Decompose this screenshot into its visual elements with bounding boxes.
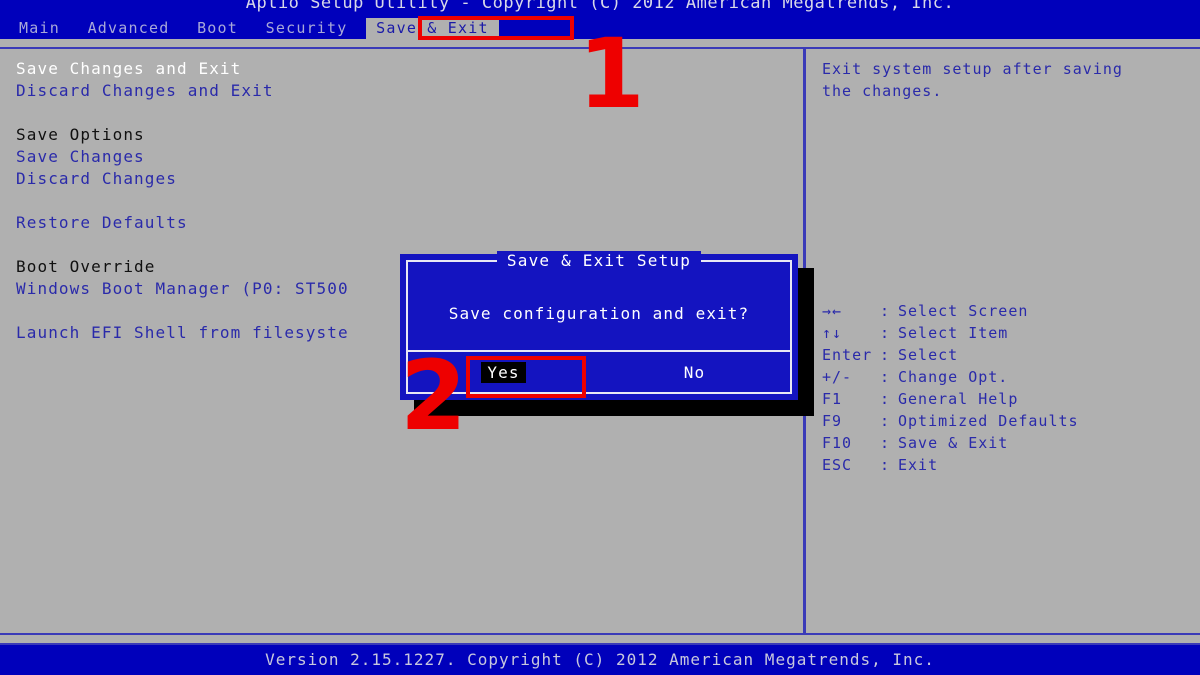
legend-label-optimized-defaults: Optimized Defaults — [898, 412, 1079, 430]
dialog-yes-label: Yes — [481, 361, 526, 383]
footer-version-text: Version 2.15.1227. Copyright (C) 2012 Am… — [265, 650, 935, 669]
legend-label-change-opt: Change Opt. — [898, 368, 1009, 386]
footer-band-gray — [0, 635, 1200, 643]
legend-label-save-and-exit: Save & Exit — [898, 434, 1009, 452]
legend-separator-7: : — [880, 456, 891, 474]
legend-separator-2: : — [880, 346, 891, 364]
section-header-save-options: Save Options — [16, 125, 145, 144]
bios-setup-screen: Aptio Setup Utility - Copyright (C) 2012… — [0, 0, 1200, 675]
legend-separator-0: : — [880, 302, 891, 320]
dialog-no-button[interactable]: No — [599, 352, 790, 392]
legend-row-select-item: ↑↓ : Select Item — [822, 322, 1200, 344]
bios-title-bar: Aptio Setup Utility - Copyright (C) 2012… — [0, 0, 1200, 18]
option-save-changes[interactable]: Save Changes — [16, 146, 800, 168]
legend-key-plus-minus: +/- — [822, 368, 853, 386]
menu-item-save-and-exit[interactable]: Save & Exit — [366, 18, 499, 39]
legend-label-select-screen: Select Screen — [898, 302, 1029, 320]
legend-key-esc: ESC — [822, 456, 853, 474]
legend-row-save-and-exit: F10 : Save & Exit — [822, 432, 1200, 454]
legend-separator-3: : — [880, 368, 891, 386]
legend-row-select-screen: →← : Select Screen — [822, 300, 1200, 322]
legend-label-general-help: General Help — [898, 390, 1019, 408]
bios-title-text: Aptio Setup Utility - Copyright (C) 2012… — [245, 0, 955, 13]
legend-key-f1: F1 — [822, 390, 843, 408]
legend-key-f10: F10 — [822, 434, 853, 452]
dialog-message: Save configuration and exit? — [448, 304, 750, 323]
legend-separator-5: : — [880, 412, 891, 430]
menu-underline-gray — [0, 39, 1200, 47]
help-text-line-2: the changes. — [822, 82, 943, 100]
legend-row-change-opt: +/- : Change Opt. — [822, 366, 1200, 388]
legend-row-optimized-defaults: F9 : Optimized Defaults — [822, 410, 1200, 432]
legend-row-general-help: F1 : General Help — [822, 388, 1200, 410]
dialog-no-label: No — [683, 362, 706, 382]
legend-separator-4: : — [880, 390, 891, 408]
legend-label-select-item: Select Item — [898, 324, 1009, 342]
legend-key-arrows-horizontal: →← — [822, 302, 843, 320]
dialog-frame: Save & Exit Setup Save configuration and… — [406, 251, 792, 394]
legend-row-enter-select: Enter : Select — [822, 344, 1200, 366]
option-discard-changes[interactable]: Discard Changes — [16, 168, 800, 190]
menu-item-advanced[interactable]: Advanced — [79, 18, 179, 39]
menu-underline-blue — [0, 47, 1200, 49]
legend-row-exit: ESC : Exit — [822, 454, 1200, 476]
menu-item-boot[interactable]: Boot — [188, 18, 247, 39]
dialog-title-text: Save & Exit Setup — [496, 251, 702, 270]
legend-separator-1: : — [880, 324, 891, 342]
legend-label-select: Select — [898, 346, 959, 364]
footer-version-bar: Version 2.15.1227. Copyright (C) 2012 Am… — [0, 645, 1200, 675]
legend-key-enter: Enter — [822, 346, 873, 364]
legend-label-exit: Exit — [898, 456, 939, 474]
option-restore-defaults[interactable]: Restore Defaults — [16, 212, 800, 234]
legend-key-f9: F9 — [822, 412, 843, 430]
help-legend-gap — [822, 102, 1200, 300]
menu-item-main[interactable]: Main — [10, 18, 69, 39]
option-save-changes-and-exit[interactable]: Save Changes and Exit — [16, 58, 800, 80]
option-discard-changes-and-exit[interactable]: Discard Changes and Exit — [16, 80, 800, 102]
dialog-button-bar: Yes No — [408, 350, 790, 392]
legend-separator-6: : — [880, 434, 891, 452]
dialog-title: Save & Exit Setup — [408, 251, 790, 270]
right-help-pane: Exit system setup after saving the chang… — [812, 52, 1200, 640]
save-exit-dialog: Save & Exit Setup Save configuration and… — [400, 251, 798, 400]
legend-key-arrows-vertical: ↑↓ — [822, 324, 843, 342]
dialog-yes-button[interactable]: Yes — [408, 352, 599, 392]
help-text-line-1: Exit system setup after saving — [822, 60, 1123, 78]
menu-bar: Main Advanced Boot Security Save & Exit — [0, 18, 1200, 39]
menu-item-security[interactable]: Security — [257, 18, 357, 39]
